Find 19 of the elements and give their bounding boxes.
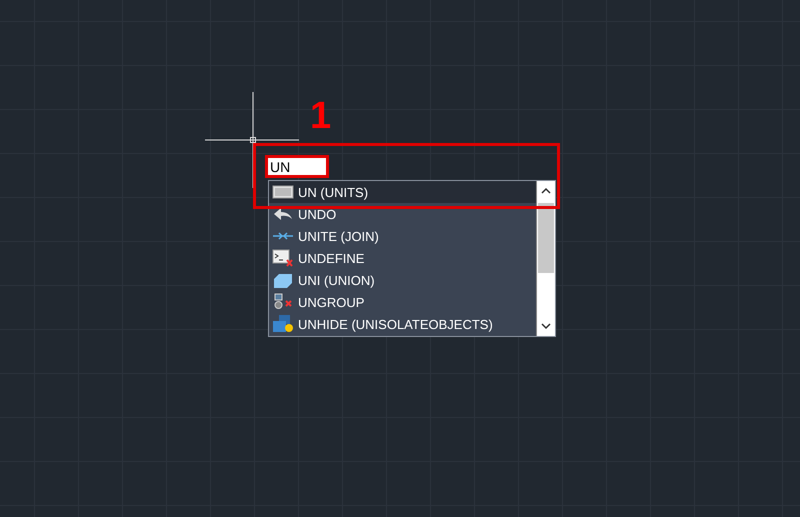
suggestion-item[interactable]: UNDEFINE [269,247,536,269]
union-icon [272,271,294,289]
step-number: 1 [310,96,332,136]
suggestion-item[interactable]: UNHIDE (UNISOLATEOBJECTS) [269,313,536,335]
units-icon [272,183,294,201]
command-delete-icon [272,249,294,267]
crosshair-cursor-icon [205,92,301,188]
suggestion-item[interactable]: UNITE (JOIN) [269,225,536,247]
ungroup-icon [272,293,294,311]
suggestion-item[interactable]: UNDO [269,203,536,225]
unhide-icon [272,315,294,333]
command-input-field[interactable]: UN [265,155,329,178]
scrollbar[interactable] [536,181,555,336]
suggestion-item[interactable]: UN (UNITS) [269,181,536,203]
suggestion-item[interactable]: UNI (UNION) [269,269,536,291]
suggestion-item[interactable]: UNGROUP [269,291,536,313]
scroll-up-icon[interactable] [541,187,551,194]
scroll-thumb[interactable] [538,203,554,273]
scroll-down-icon[interactable] [541,323,551,330]
